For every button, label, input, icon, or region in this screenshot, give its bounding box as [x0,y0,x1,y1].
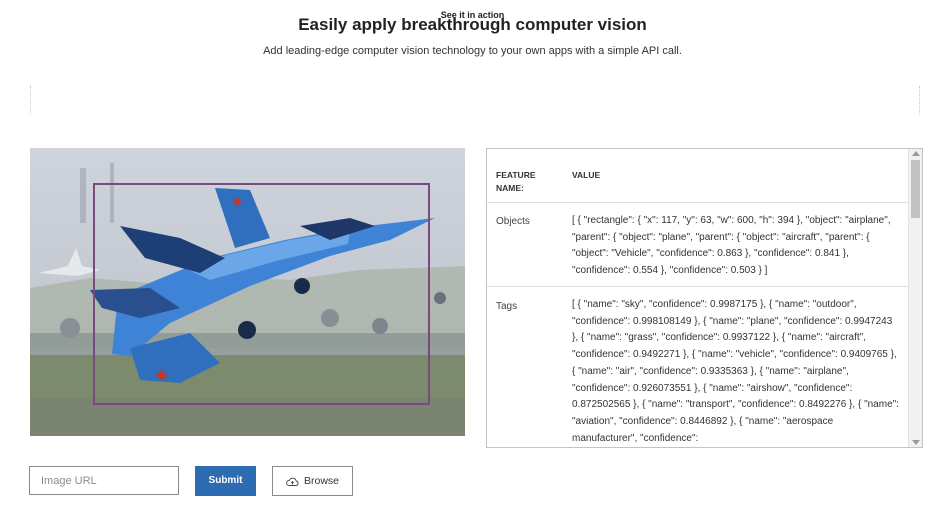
feature-name-header: FEATURE NAME: [496,170,536,193]
row-divider [487,286,909,287]
browse-button[interactable]: Browse [272,466,353,496]
results-scrollbar[interactable] [908,149,922,447]
page-subtitle: Add leading-edge computer vision technol… [263,45,682,57]
cloud-upload-icon [286,477,299,486]
analyzed-image [30,148,465,436]
value-header: VALUE [572,170,601,180]
demo-section-bar [30,86,920,114]
header-divider [487,202,909,203]
row-tags-name: Tags [496,301,518,312]
row-objects-value: [ { "rectangle": { "x": 117, "y": 63, "w… [572,215,891,277]
row-objects-name: Objects [496,216,530,227]
results-table[interactable]: FEATURE NAME: VALUE Objects [ { "rectang… [486,148,923,448]
scrollbar-thumb[interactable] [911,160,920,218]
arrow-up-icon[interactable] [912,151,920,156]
browse-button-label: Browse [303,475,339,487]
jet-photo [30,148,465,436]
image-url-input[interactable] [29,466,179,495]
submit-button[interactable]: Submit [195,466,256,496]
row-tags-value: [ { "name": "sky", "confidence": 0.99871… [572,299,899,444]
arrow-down-icon[interactable] [912,440,920,445]
demo-section-label: See it in action [440,10,505,20]
